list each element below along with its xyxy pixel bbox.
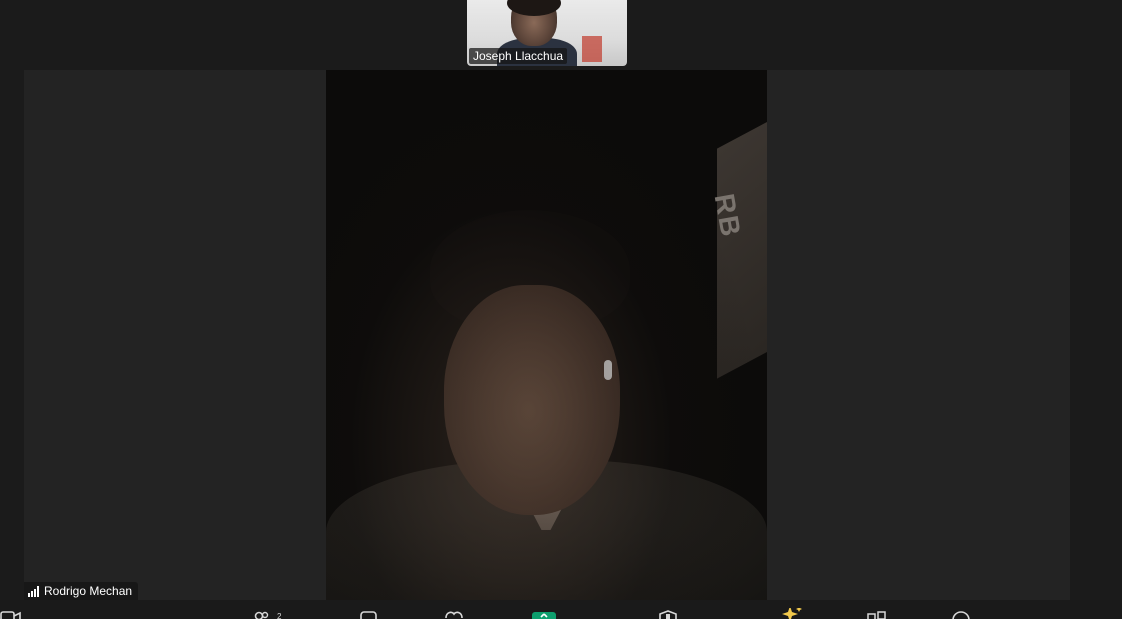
thumbnail-background-poster: [582, 36, 602, 62]
meeting-toolbar: 2: [0, 600, 1122, 619]
ai-companion-icon[interactable]: [782, 608, 804, 619]
signal-strength-icon: [28, 585, 39, 597]
speaker-name-tag: Rodrigo Mechan: [24, 582, 139, 600]
active-speaker-tile[interactable]: RB Rodrigo Mechan: [24, 70, 1070, 600]
more-icon[interactable]: [950, 608, 972, 619]
thumbnail-name-tag: Joseph Llacchua: [469, 48, 568, 64]
chat-icon[interactable]: [358, 608, 380, 619]
participants-icon[interactable]: 2: [250, 608, 281, 619]
share-screen-icon[interactable]: [531, 608, 556, 619]
meeting-window: Joseph Llacchua RB Rodrigo Mechan 2: [0, 0, 1122, 619]
speaker-video-feed: RB: [326, 70, 767, 600]
video-icon[interactable]: [0, 608, 22, 619]
video-lighting-overlay: [326, 70, 767, 600]
react-icon[interactable]: [443, 608, 465, 619]
participant-thumbnail[interactable]: Joseph Llacchua: [467, 0, 627, 66]
record-icon[interactable]: [657, 608, 679, 619]
apps-icon[interactable]: [866, 608, 888, 619]
speaker-name-label: Rodrigo Mechan: [44, 584, 133, 598]
participants-count-badge: 2: [277, 612, 282, 619]
